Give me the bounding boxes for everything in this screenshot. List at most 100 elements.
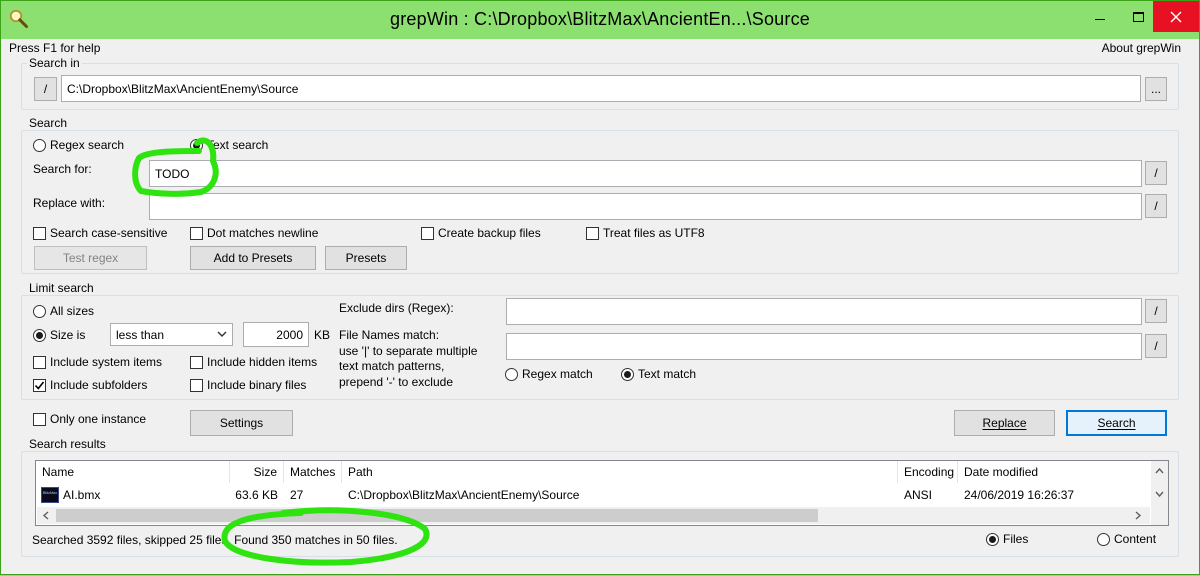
scroll-down-icon[interactable] bbox=[1155, 490, 1164, 498]
column-header-path[interactable]: Path bbox=[342, 461, 898, 483]
file-icon-text: BlitzMax bbox=[42, 491, 58, 495]
file-names-input[interactable] bbox=[506, 333, 1142, 360]
close-button[interactable] bbox=[1153, 1, 1199, 32]
binary-files-label: Include binary files bbox=[207, 378, 307, 392]
search-button[interactable]: Search bbox=[1066, 410, 1167, 436]
vertical-scrollbar[interactable] bbox=[1151, 461, 1168, 525]
only-one-instance-checkbox[interactable]: Only one instance bbox=[33, 412, 146, 426]
search-path-slash-button[interactable]: / bbox=[34, 77, 57, 101]
column-header-matches[interactable]: Matches bbox=[284, 461, 342, 483]
replace-with-input[interactable] bbox=[149, 193, 1142, 220]
column-header-size[interactable]: Size bbox=[230, 461, 284, 483]
regex-match-radio[interactable]: Regex match bbox=[505, 367, 593, 381]
case-sensitive-box bbox=[33, 226, 46, 240]
only-one-instance-label: Only one instance bbox=[50, 412, 147, 426]
subfolders-label: Include subfolders bbox=[50, 378, 148, 392]
exclude-dirs-input[interactable] bbox=[506, 298, 1142, 325]
checkmark-icon bbox=[34, 381, 45, 390]
horizontal-scrollbar[interactable] bbox=[37, 507, 1150, 524]
file-names-line: prepend '-' to exclude bbox=[339, 374, 453, 389]
binary-files-box bbox=[190, 378, 203, 392]
size-is-radio-indicator bbox=[33, 328, 46, 342]
browse-button[interactable]: ... bbox=[1145, 77, 1167, 101]
file-names-slash-button[interactable]: / bbox=[1145, 334, 1167, 358]
subfolders-checkbox[interactable]: Include subfolders bbox=[33, 378, 147, 392]
files-view-radio[interactable]: Files bbox=[986, 532, 1028, 546]
text-search-radio[interactable]: Text search bbox=[190, 138, 268, 152]
system-items-box bbox=[33, 355, 46, 369]
help-hint[interactable]: Press F1 for help bbox=[9, 41, 100, 55]
minimize-icon bbox=[1095, 18, 1105, 20]
search-for-input[interactable]: TODO bbox=[149, 160, 1142, 187]
text-match-radio[interactable]: Text match bbox=[621, 367, 696, 381]
cell-date-modified: 24/06/2019 16:26:37 bbox=[964, 488, 1075, 502]
content-view-radio[interactable]: Content bbox=[1097, 532, 1156, 546]
subfolders-box bbox=[33, 378, 46, 392]
status-text: Searched 3592 files, skipped 25 files. F… bbox=[32, 533, 398, 547]
cell-name: AI.bmx bbox=[63, 488, 101, 502]
chevron-down-icon bbox=[217, 331, 227, 337]
hidden-items-checkbox[interactable]: Include hidden items bbox=[190, 355, 317, 369]
menu-bar: Press F1 for help About grepWin bbox=[1, 39, 1199, 57]
utf8-checkbox[interactable]: Treat files as UTF8 bbox=[586, 226, 705, 240]
dot-newline-checkbox[interactable]: Dot matches newline bbox=[190, 226, 318, 240]
text-search-radio-indicator bbox=[190, 138, 203, 152]
case-sensitive-label: Search case-sensitive bbox=[50, 226, 168, 240]
size-operator-select[interactable]: less than bbox=[110, 323, 233, 346]
hidden-items-box bbox=[190, 355, 203, 369]
file-names-line: text match patterns, bbox=[339, 359, 445, 373]
case-sensitive-checkbox[interactable]: Search case-sensitive bbox=[33, 226, 167, 240]
results-list[interactable]: Name Size Matches Path Encoding Date mod… bbox=[35, 460, 1169, 526]
maximize-button[interactable] bbox=[1123, 2, 1153, 32]
text-search-label: Text search bbox=[207, 138, 269, 152]
binary-files-checkbox[interactable]: Include binary files bbox=[190, 378, 306, 392]
size-is-radio[interactable]: Size is bbox=[33, 328, 85, 342]
column-header-name[interactable]: Name bbox=[36, 461, 230, 483]
cell-path: C:\Dropbox\BlitzMax\AncientEnemy\Source bbox=[348, 488, 580, 502]
cell-matches: 27 bbox=[290, 488, 304, 502]
hidden-items-label: Include hidden items bbox=[207, 355, 318, 369]
files-view-label: Files bbox=[1003, 532, 1029, 546]
exclude-dirs-slash-button[interactable]: / bbox=[1145, 299, 1167, 323]
backup-files-label: Create backup files bbox=[438, 226, 541, 240]
title-bar[interactable]: grepWin : C:\Dropbox\BlitzMax\AncientEn.… bbox=[1, 1, 1199, 39]
limit-search-group-label: Limit search bbox=[27, 281, 96, 295]
text-match-label: Text match bbox=[638, 367, 697, 381]
text-match-radio-indicator bbox=[621, 367, 634, 381]
scroll-right-icon[interactable] bbox=[1134, 511, 1142, 520]
replace-with-slash-button[interactable]: / bbox=[1145, 194, 1167, 218]
test-regex-button[interactable]: Test regex bbox=[34, 246, 147, 270]
all-sizes-radio-indicator bbox=[33, 304, 46, 318]
file-names-help-text: File Names match: use '|' to separate mu… bbox=[339, 328, 477, 390]
scroll-up-icon[interactable] bbox=[1155, 467, 1164, 475]
search-path-input[interactable]: C:\Dropbox\BlitzMax\AncientEnemy\Source bbox=[61, 75, 1141, 102]
presets-button[interactable]: Presets bbox=[325, 246, 407, 270]
column-header-date-modified[interactable]: Date modified bbox=[958, 461, 1151, 483]
file-names-line: File Names match: bbox=[339, 328, 440, 342]
system-items-checkbox[interactable]: Include system items bbox=[33, 355, 162, 369]
all-sizes-radio[interactable]: All sizes bbox=[33, 304, 94, 318]
exclude-dirs-label: Exclude dirs (Regex): bbox=[339, 301, 454, 315]
scroll-left-icon[interactable] bbox=[42, 511, 50, 520]
replace-button[interactable]: Replace bbox=[954, 410, 1055, 436]
utf8-box bbox=[586, 226, 599, 240]
horizontal-scroll-thumb[interactable] bbox=[56, 509, 818, 522]
file-names-line: use '|' to separate multiple bbox=[339, 343, 478, 358]
replace-with-label: Replace with: bbox=[33, 196, 106, 210]
size-value-input[interactable]: 2000 bbox=[243, 322, 309, 347]
add-to-presets-button[interactable]: Add to Presets bbox=[190, 246, 316, 270]
settings-button[interactable]: Settings bbox=[190, 410, 293, 436]
regex-match-label: Regex match bbox=[522, 367, 593, 381]
about-link[interactable]: About grepWin bbox=[1102, 41, 1181, 55]
column-header-encoding[interactable]: Encoding bbox=[898, 461, 958, 483]
backup-files-checkbox[interactable]: Create backup files bbox=[421, 226, 541, 240]
regex-search-radio[interactable]: Regex search bbox=[33, 138, 124, 152]
backup-files-box bbox=[421, 226, 434, 240]
search-in-group-label: Search in bbox=[27, 56, 82, 70]
cell-encoding: ANSI bbox=[904, 488, 933, 502]
content-view-label: Content bbox=[1114, 532, 1157, 546]
minimize-button[interactable] bbox=[1077, 2, 1123, 32]
search-for-label: Search for: bbox=[33, 162, 92, 176]
window-title: grepWin : C:\Dropbox\BlitzMax\AncientEn.… bbox=[390, 9, 810, 29]
search-for-slash-button[interactable]: / bbox=[1145, 161, 1167, 185]
